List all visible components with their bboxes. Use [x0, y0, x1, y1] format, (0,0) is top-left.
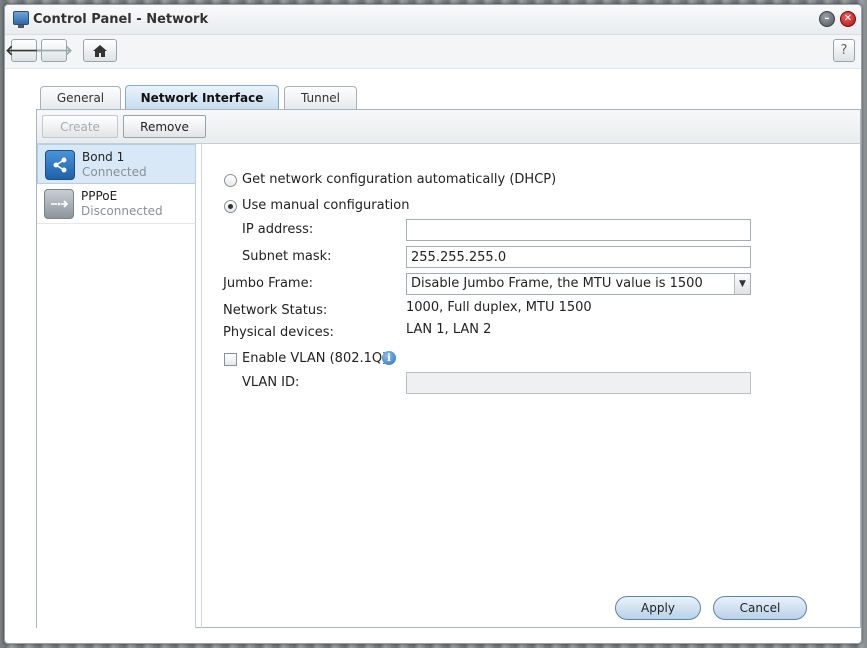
network-interface-panel: Create Remove Bond 1 Connected PPPoE Dis…	[36, 109, 861, 628]
ip-address-input[interactable]	[406, 219, 751, 241]
manual-config-radio[interactable]	[224, 200, 237, 213]
control-panel-window: Control Panel - Network – ✕ 🡐 🡒 ? Genera…	[4, 4, 862, 644]
share-icon	[45, 150, 75, 180]
tab-network-interface[interactable]: Network Interface	[125, 85, 279, 110]
minimize-icon[interactable]: –	[819, 11, 835, 27]
jumbo-frame-select[interactable]: Disable Jumbo Frame, the MTU value is 15…	[406, 273, 751, 295]
jumbo-frame-label: Jumbo Frame:	[223, 276, 313, 291]
physical-devices-label: Physical devices:	[223, 325, 334, 340]
subnet-mask-input[interactable]	[406, 246, 751, 268]
navigation-toolbar: 🡐 🡒 ?	[5, 35, 861, 69]
list-item-bond-1[interactable]: Bond 1 Connected	[37, 144, 196, 184]
panel-toolbar: Create Remove	[37, 110, 860, 144]
enable-vlan-label: Enable VLAN (802.1Q)	[242, 351, 388, 366]
control-panel-icon	[13, 11, 29, 28]
vlan-id-input[interactable]	[406, 372, 751, 394]
info-icon[interactable]: i	[382, 351, 396, 365]
subnet-mask-label: Subnet mask:	[242, 249, 332, 264]
list-item-pppoe[interactable]: PPPoE Disconnected	[37, 184, 196, 224]
home-button[interactable]	[83, 39, 117, 62]
physical-devices-value: LAN 1, LAN 2	[406, 322, 492, 337]
network-status-value: 1000, Full duplex, MTU 1500	[406, 300, 592, 315]
network-status-label: Network Status:	[223, 303, 328, 318]
arrow-right-icon: 🡒	[35, 43, 73, 59]
close-icon[interactable]: ✕	[840, 11, 856, 27]
manual-config-label: Use manual configuration	[242, 198, 410, 213]
apply-button[interactable]: Apply	[615, 596, 701, 620]
interface-name: PPPoE	[81, 189, 118, 203]
pppoe-icon	[44, 189, 74, 219]
chevron-down-icon[interactable]: ▼	[734, 274, 750, 294]
interface-status: Connected	[82, 165, 147, 179]
interface-settings-form: Get network configuration automatically …	[202, 144, 861, 628]
remove-button[interactable]: Remove	[123, 115, 206, 138]
forward-button[interactable]: 🡒	[35, 39, 73, 62]
ip-address-label: IP address:	[242, 222, 314, 237]
cancel-button[interactable]: Cancel	[713, 596, 807, 620]
back-button[interactable]: 🡐	[5, 39, 43, 62]
help-button[interactable]: ?	[833, 39, 855, 62]
create-button[interactable]: Create	[42, 115, 118, 138]
vlan-id-label: VLAN ID:	[242, 375, 300, 390]
dhcp-radio[interactable]	[224, 174, 237, 187]
jumbo-frame-value: Disable Jumbo Frame, the MTU value is 15…	[411, 276, 703, 291]
tab-general[interactable]: General	[40, 86, 121, 109]
tab-tunnel[interactable]: Tunnel	[284, 86, 357, 109]
enable-vlan-checkbox[interactable]	[224, 353, 237, 366]
interface-name: Bond 1	[82, 150, 125, 164]
window-title: Control Panel - Network	[33, 12, 209, 27]
interface-status: Disconnected	[81, 204, 163, 218]
home-icon	[93, 44, 107, 57]
title-bar: Control Panel - Network – ✕	[5, 5, 861, 35]
interface-list: Bond 1 Connected PPPoE Disconnected	[37, 144, 196, 628]
dhcp-label: Get network configuration automatically …	[242, 172, 557, 187]
